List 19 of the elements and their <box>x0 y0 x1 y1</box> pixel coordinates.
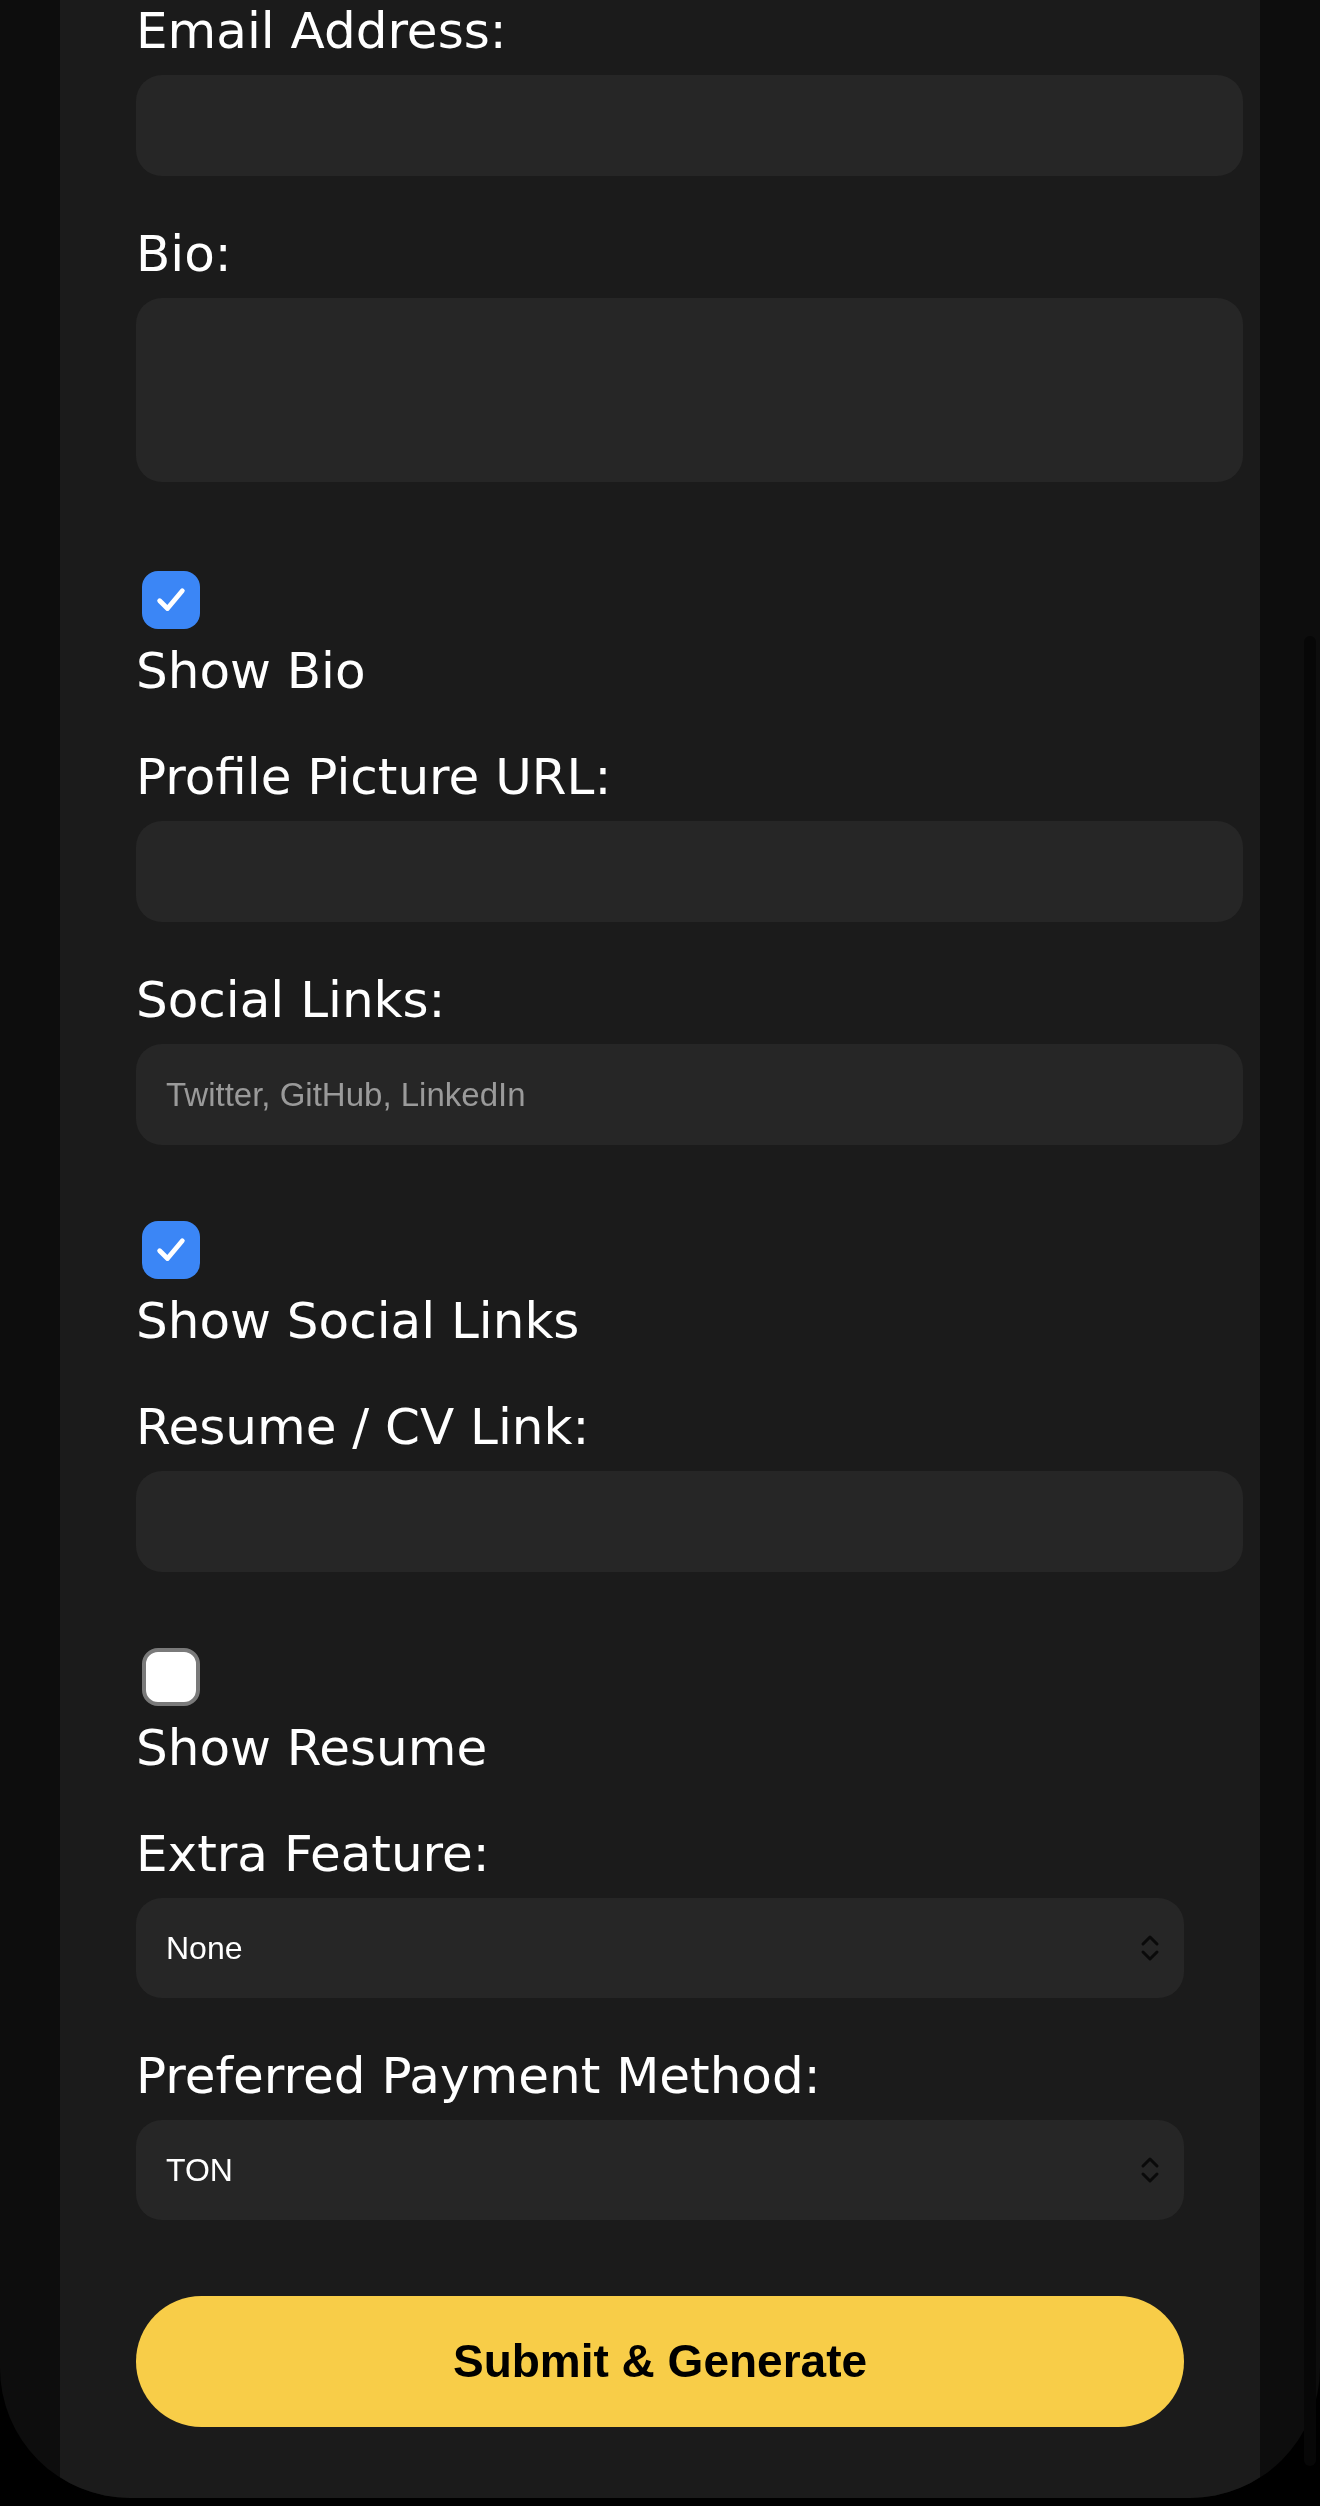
field-label: Show Bio <box>136 643 366 699</box>
checkbox[interactable] <box>142 1648 200 1706</box>
field-label: Profile Picture URL: <box>136 749 612 805</box>
text-input[interactable]: Twitter, GitHub, LinkedIn <box>136 1044 1243 1145</box>
select-dropdown[interactable]: TON <box>136 2120 1184 2220</box>
field-label: Email Address: <box>136 3 507 59</box>
field-label: Show Social Links <box>136 1293 580 1349</box>
checkbox[interactable] <box>142 1221 200 1279</box>
field-label: Extra Feature: <box>136 1826 490 1882</box>
field-label: Show Resume <box>136 1720 488 1776</box>
submit-button[interactable]: Submit & Generate <box>136 2296 1184 2427</box>
chevron-up-down-icon <box>1140 2156 1160 2184</box>
field-label: Social Links: <box>136 972 446 1028</box>
select-dropdown[interactable]: None <box>136 1898 1184 1998</box>
field-label: Bio: <box>136 226 232 282</box>
field-label: Resume / CV Link: <box>136 1399 590 1455</box>
checkbox[interactable] <box>142 571 200 629</box>
field-label: Preferred Payment Method: <box>136 2048 821 2104</box>
chevron-up-down-icon <box>1140 1934 1160 1962</box>
